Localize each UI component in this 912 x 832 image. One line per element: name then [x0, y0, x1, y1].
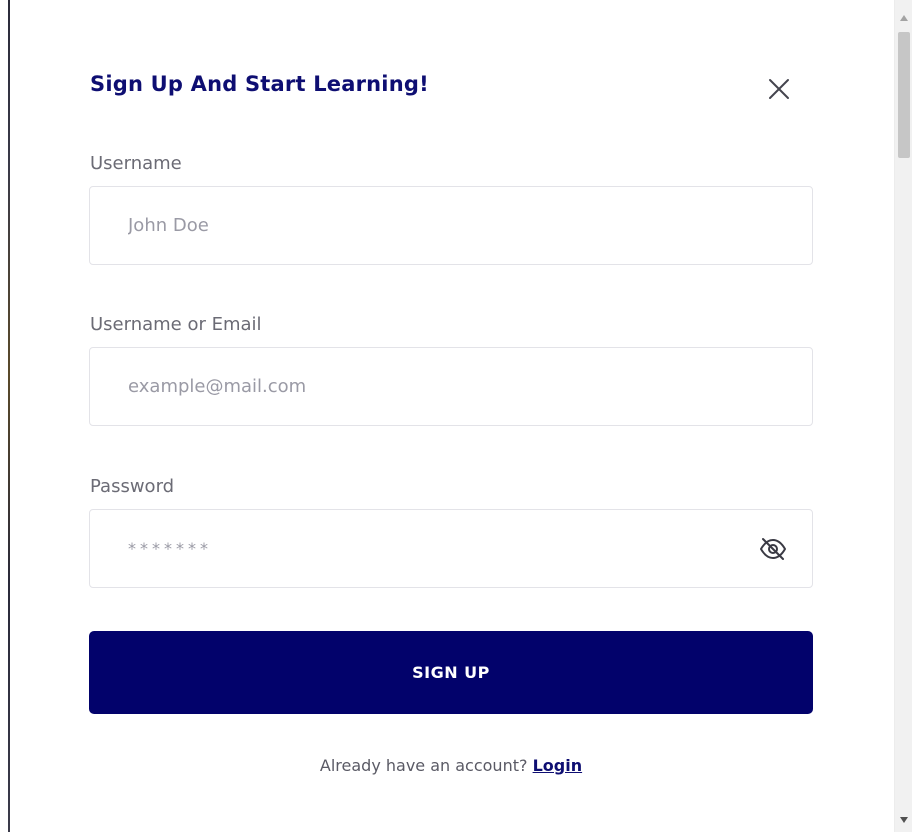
scrollbar-thumb[interactable]	[898, 32, 910, 158]
signup-button[interactable]: SIGN UP	[89, 631, 813, 714]
email-field-container	[89, 347, 813, 426]
arrow-up-icon	[900, 15, 908, 21]
login-prompt: Already have an account? Login	[10, 756, 892, 775]
password-input[interactable]	[90, 510, 812, 587]
toggle-password-visibility-button[interactable]	[756, 534, 790, 564]
login-link[interactable]: Login	[533, 756, 583, 775]
login-prompt-text: Already have an account?	[319, 756, 528, 775]
email-input[interactable]	[90, 348, 812, 425]
signup-modal: Sign Up And Start Learning! Username Use…	[10, 0, 880, 832]
email-label: Username or Email	[90, 314, 262, 335]
modal-title: Sign Up And Start Learning!	[90, 72, 429, 96]
background-page-edge	[0, 0, 10, 832]
username-field-container	[89, 186, 813, 265]
password-field-container	[89, 509, 813, 588]
scroll-down-arrow[interactable]	[895, 812, 912, 828]
close-button[interactable]	[764, 74, 794, 104]
password-label: Password	[90, 476, 175, 497]
username-input[interactable]	[90, 187, 812, 264]
scroll-up-arrow[interactable]	[895, 10, 912, 26]
eye-off-icon	[760, 538, 786, 560]
close-icon	[769, 79, 789, 99]
username-label: Username	[90, 153, 182, 174]
arrow-down-icon	[900, 817, 908, 823]
vertical-scrollbar[interactable]	[894, 0, 912, 832]
page: Sign Up And Start Learning! Username Use…	[0, 0, 912, 832]
